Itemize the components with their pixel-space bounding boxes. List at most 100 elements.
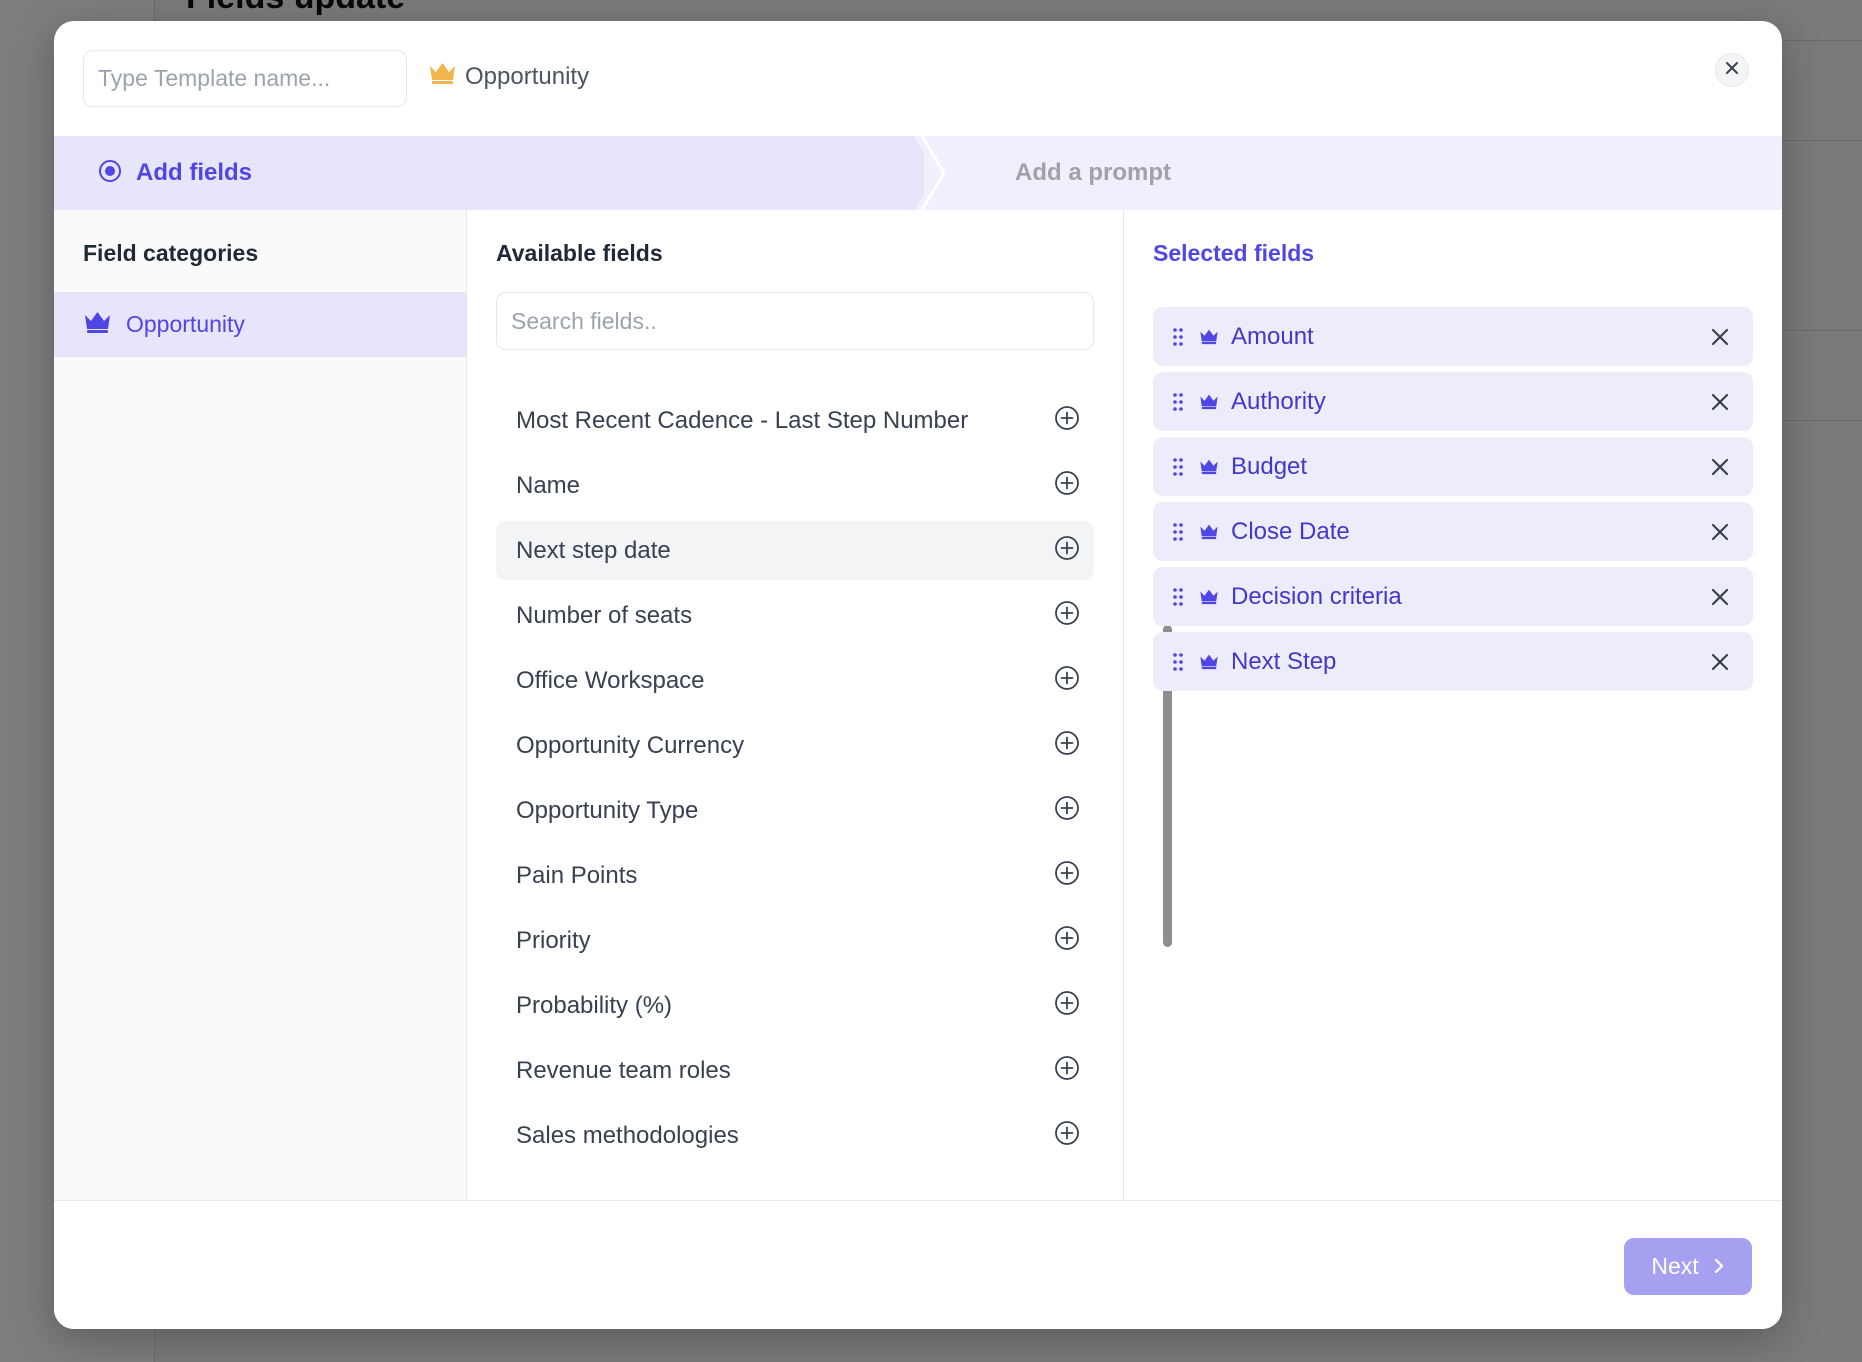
crown-icon [1199,653,1219,670]
available-field-label: Name [516,471,581,499]
selected-field-row[interactable]: Next Step [1153,632,1753,691]
add-circle-icon[interactable] [1054,990,1080,1021]
selected-field-row[interactable]: Close Date [1153,502,1753,561]
add-circle-icon[interactable] [1054,405,1080,436]
available-field-label: Revenue team roles [516,1056,731,1084]
remove-field-icon[interactable] [1705,452,1735,482]
available-field-row[interactable]: Opportunity Type [496,781,1094,840]
close-icon [1725,61,1739,80]
selected-field-row[interactable]: Amount [1153,307,1753,366]
drag-handle-icon[interactable] [1171,587,1185,607]
add-circle-icon[interactable] [1054,860,1080,891]
template-name-input[interactable] [83,50,407,107]
available-field-row[interactable]: Most Recent Cadence - Cadence Name [496,366,1094,385]
crown-icon [1199,523,1219,540]
available-field-row[interactable]: Next step date [496,521,1094,580]
drag-handle-icon[interactable] [1171,457,1185,477]
available-field-row[interactable]: Revenue team roles [496,1041,1094,1100]
available-field-label: Pain Points [516,861,638,889]
crown-icon [83,310,112,339]
available-field-row[interactable]: Most Recent Cadence - Last Step Number [496,391,1094,450]
available-fields-heading: Available fields [496,240,663,266]
stepper: Add fields Add a prompt [54,136,1782,210]
add-circle-icon[interactable] [1054,925,1080,956]
available-fields-list[interactable]: Most Recent Cadence - Cadence Name Most R… [496,366,1094,1200]
available-field-row[interactable]: Priority [496,911,1094,970]
available-fields-panel: Available fields Most Recent Cadence - C… [467,210,1124,1200]
selected-fields-list: Amount Authority Budget Close Date Decision … [1153,307,1753,697]
available-field-row[interactable]: Office Workspace [496,651,1094,710]
available-field-label: Priority [516,926,591,954]
selected-fields-heading: Selected fields [1153,240,1315,266]
available-field-label: Next step date [516,536,671,564]
add-circle-icon[interactable] [1054,1055,1080,1086]
modal-footer: Next [54,1200,1782,1329]
step-label: Add fields [136,159,253,186]
object-chip: Opportunity [428,61,589,92]
remove-field-icon[interactable] [1705,322,1735,352]
category-item-opportunity[interactable]: Opportunity [54,292,466,357]
add-circle-icon[interactable] [1054,366,1080,371]
next-button[interactable]: Next [1624,1238,1752,1295]
field-categories-panel: Field categories Opportunity [54,210,467,1200]
add-circle-icon[interactable] [1054,1120,1080,1151]
remove-field-icon[interactable] [1705,387,1735,417]
step-label: Add a prompt [1015,159,1171,186]
step-add-fields[interactable]: Add fields [54,136,924,210]
selected-field-label: Next Step [1231,647,1337,675]
available-field-row[interactable]: Pain Points [496,846,1094,905]
selected-field-row[interactable]: Decision criteria [1153,567,1753,626]
close-button[interactable] [1715,53,1749,87]
available-field-label: Probability (%) [516,991,673,1019]
selected-field-label: Decision criteria [1231,582,1402,610]
available-field-label: Office Workspace [516,666,705,694]
field-categories-heading: Field categories [83,240,259,266]
selected-field-label: Authority [1231,387,1326,415]
available-field-label: Opportunity Type [516,796,699,824]
available-field-row[interactable]: Opportunity Currency [496,716,1094,775]
crown-icon [1199,588,1219,605]
available-field-label: Sales methodologies [516,1121,739,1149]
drag-handle-icon[interactable] [1171,327,1185,347]
chevron-right-icon [1713,1253,1725,1280]
step-chevron-divider [920,136,946,210]
crown-icon [428,61,457,92]
add-circle-icon[interactable] [1054,795,1080,826]
step-add-prompt[interactable]: Add a prompt [1015,136,1171,210]
object-label: Opportunity [465,62,590,90]
drag-handle-icon[interactable] [1171,522,1185,542]
selected-field-row[interactable]: Budget [1153,437,1753,496]
add-circle-icon[interactable] [1054,730,1080,761]
selected-field-row[interactable]: Authority [1153,372,1753,431]
selected-field-label: Budget [1231,452,1308,480]
add-circle-icon[interactable] [1054,600,1080,631]
available-field-label: Opportunity Currency [516,731,745,759]
fields-template-modal: Opportunity Add fields Add a prompt Fiel… [54,21,1782,1329]
modal-header: Opportunity [54,21,1782,136]
radio-selected-icon [98,159,122,188]
crown-icon [1199,458,1219,475]
next-button-label: Next [1651,1253,1699,1279]
selected-field-label: Amount [1231,322,1314,350]
available-field-label: Most Recent Cadence - Last Step Number [516,406,969,434]
drag-handle-icon[interactable] [1171,392,1185,412]
available-field-label: Number of seats [516,601,693,629]
category-label: Opportunity [126,311,245,337]
search-fields-input[interactable] [496,292,1094,350]
remove-field-icon[interactable] [1705,517,1735,547]
available-field-label: Most Recent Cadence - Cadence Name [516,366,942,370]
selected-fields-panel: Selected fields Amount Authority Budget Clo… [1124,210,1782,1200]
add-circle-icon[interactable] [1054,470,1080,501]
add-circle-icon[interactable] [1054,535,1080,566]
selected-field-label: Close Date [1231,517,1350,545]
available-field-row[interactable]: Name [496,456,1094,515]
available-field-row[interactable]: Number of seats [496,586,1094,645]
available-field-row[interactable]: Probability (%) [496,976,1094,1035]
add-circle-icon[interactable] [1054,665,1080,696]
available-field-row[interactable]: Sales methodologies [496,1106,1094,1165]
drag-handle-icon[interactable] [1171,652,1185,672]
crown-icon [1199,393,1219,410]
remove-field-icon[interactable] [1705,582,1735,612]
crown-icon [1199,328,1219,345]
remove-field-icon[interactable] [1705,647,1735,677]
